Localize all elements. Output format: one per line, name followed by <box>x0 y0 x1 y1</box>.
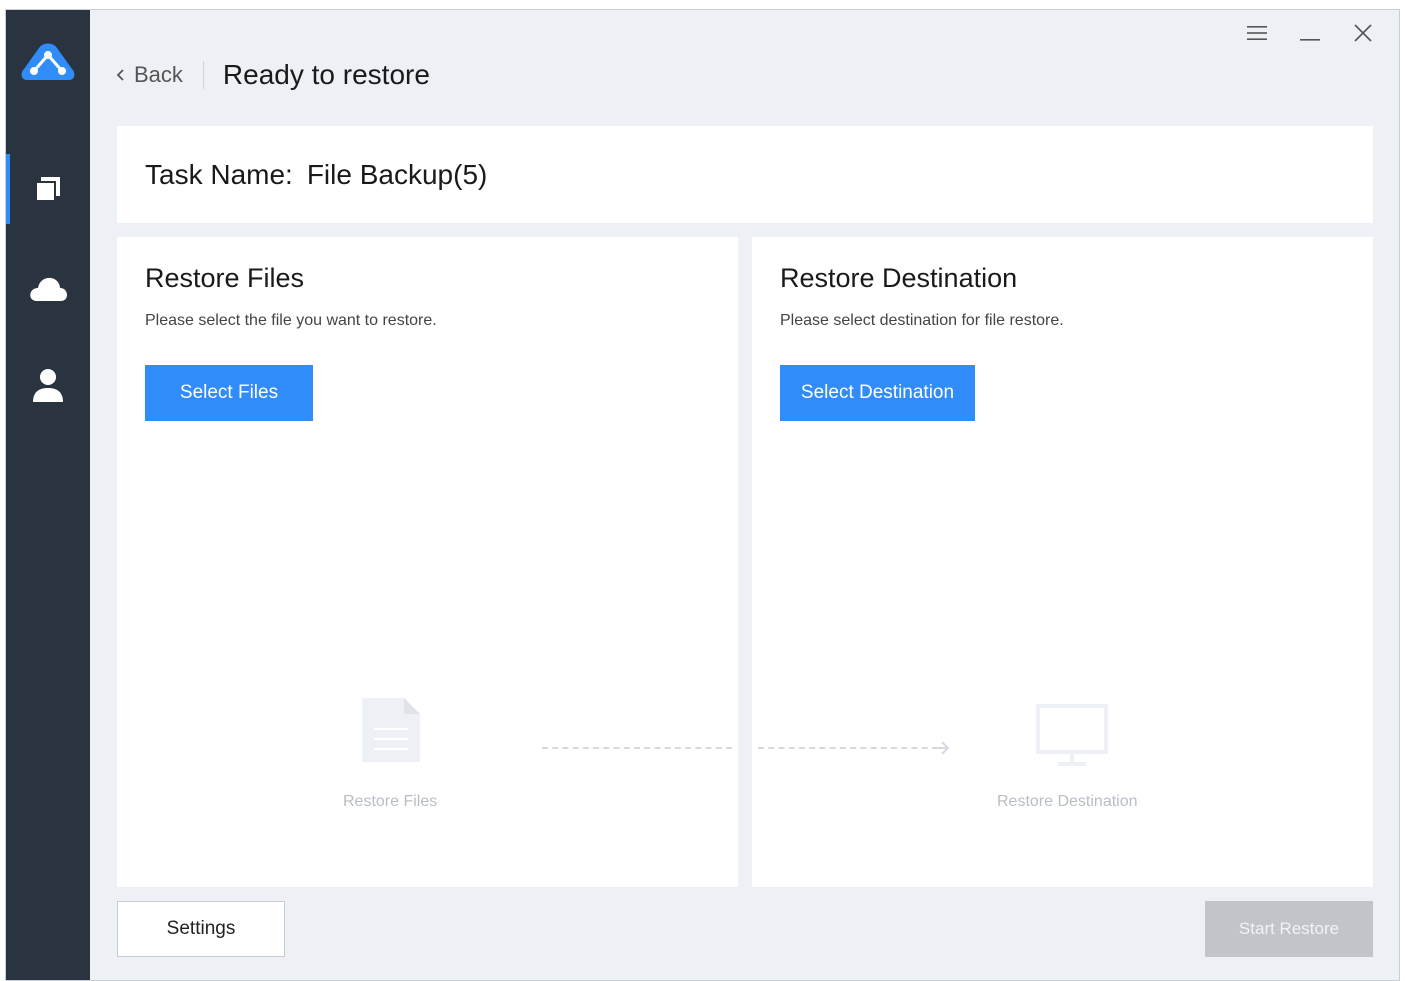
header-divider <box>202 61 204 89</box>
minimize-button[interactable] <box>1283 18 1336 48</box>
app-logo-icon <box>19 40 77 86</box>
minimize-icon <box>1299 39 1320 41</box>
arrow-right-icon <box>934 741 950 755</box>
restore-files-illustration-label: Restore Files <box>343 793 438 810</box>
user-icon <box>33 369 63 402</box>
cloud-icon <box>30 277 67 301</box>
flow-dash-left <box>542 747 732 749</box>
restore-files-title: Restore Files <box>145 263 305 293</box>
backup-copy-icon <box>35 177 60 202</box>
chevron-left-icon <box>116 69 124 81</box>
flow-dash-right <box>758 747 938 749</box>
task-name-bar: Task Name: File Backup(5) <box>117 126 1373 223</box>
task-name-label: Task Name: <box>145 158 293 190</box>
restore-files-description: Please select the file you want to resto… <box>145 312 437 329</box>
sidebar-item-backup[interactable] <box>6 154 90 224</box>
sidebar-item-cloud[interactable] <box>6 254 90 324</box>
start-restore-button[interactable]: Start Restore <box>1205 901 1373 957</box>
back-button[interactable]: Back <box>116 62 183 88</box>
task-name-value: File Backup(5) <box>306 158 488 190</box>
close-button[interactable] <box>1336 18 1389 48</box>
sidebar <box>6 10 90 980</box>
hamburger-menu-icon <box>1246 26 1267 40</box>
select-files-button[interactable]: Select Files <box>145 365 313 421</box>
file-icon <box>362 698 420 762</box>
sidebar-item-account[interactable] <box>6 350 90 420</box>
settings-button[interactable]: Settings <box>117 901 285 957</box>
monitor-icon <box>1036 704 1108 766</box>
menu-button[interactable] <box>1230 18 1283 48</box>
close-icon <box>1353 24 1372 42</box>
restore-destination-illustration-label: Restore Destination <box>997 793 1138 810</box>
page-header: Back Ready to restore <box>116 58 430 92</box>
restore-destination-title: Restore Destination <box>780 263 1018 293</box>
back-label: Back <box>134 62 183 87</box>
restore-destination-panel: Restore Destination Please select destin… <box>752 237 1373 887</box>
select-destination-button[interactable]: Select Destination <box>780 365 975 421</box>
window-controls <box>1230 18 1389 48</box>
restore-files-panel: Restore Files Please select the file you… <box>117 237 738 887</box>
app-window: Back Ready to restore Task Name: File Ba… <box>5 9 1400 981</box>
restore-destination-description: Please select destination for file resto… <box>780 312 1064 329</box>
page-title: Ready to restore <box>222 59 430 90</box>
